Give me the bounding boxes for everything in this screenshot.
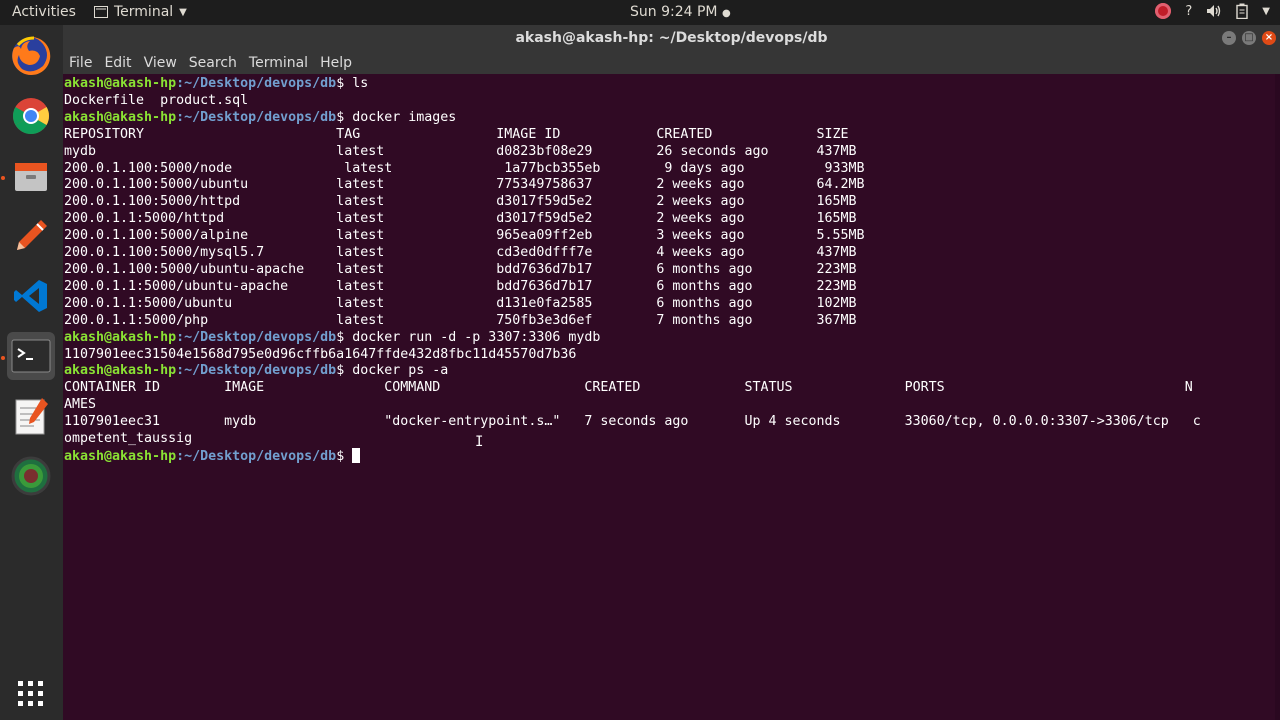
prompt: akash@akash-hp:~/Desktop/devops/db$: [64, 329, 345, 345]
chrome-icon[interactable]: [7, 92, 55, 140]
menu-help[interactable]: Help: [314, 52, 358, 74]
ps-table-row: 1107901eec31 mydb "docker-entrypoint.s…"…: [64, 414, 1201, 430]
images-table-row: 200.0.1.100:5000/node latest 1a77bcb355e…: [64, 160, 865, 176]
scrollbar[interactable]: [1275, 74, 1280, 720]
images-table-row: 200.0.1.1:5000/httpd latest d3017f59d5e2…: [64, 211, 857, 227]
recorder-icon[interactable]: [1155, 3, 1172, 19]
firefox-icon[interactable]: [7, 32, 55, 80]
images-table-row: 200.0.1.1:5000/ubuntu latest d131e0fa258…: [64, 295, 857, 311]
images-table-header: REPOSITORY TAG IMAGE ID CREATED SIZE: [64, 126, 849, 142]
mouse-ibeam-icon: I: [475, 434, 484, 450]
activities-button[interactable]: Activities: [12, 4, 76, 20]
running-indicator: [1, 356, 5, 360]
window-controls: – □ ×: [1222, 31, 1276, 45]
inkscape-icon[interactable]: [7, 212, 55, 260]
images-table-row: 200.0.1.100:5000/alpine latest 965ea09ff…: [64, 228, 865, 244]
images-table-row: 200.0.1.1:5000/ubuntu-apache latest bdd7…: [64, 278, 857, 294]
clock[interactable]: Sun 9:24 PM ●: [630, 4, 731, 20]
menu-bar: File Edit View Search Terminal Help: [63, 52, 1280, 74]
command-line: docker run -d -p 3307:3306 mydb: [352, 329, 601, 345]
clock-label: Sun 9:24 PM: [630, 4, 718, 20]
window-titlebar[interactable]: akash@akash-hp: ~/Desktop/devops/db – □ …: [63, 25, 1280, 52]
ls-output: Dockerfile product.sql: [64, 92, 249, 108]
terminal-icon[interactable]: [7, 332, 55, 380]
command-line: docker ps -a: [352, 363, 449, 379]
images-table-row: 200.0.1.100:5000/httpd latest d3017f59d5…: [64, 194, 857, 210]
images-table-row: mydb latest d0823bf08e29 26 seconds ago …: [64, 143, 857, 159]
dock: [0, 25, 63, 720]
text-editor-icon[interactable]: [7, 392, 55, 440]
running-indicator: [1, 176, 5, 180]
ps-table-header-wrap: AMES: [64, 397, 97, 413]
ps-table-row-wrap: ompetent_taussig: [64, 431, 193, 447]
menu-terminal[interactable]: Terminal: [243, 52, 314, 74]
globe-app-icon[interactable]: [7, 452, 55, 500]
menu-search[interactable]: Search: [183, 52, 243, 74]
battery-icon[interactable]: [1236, 3, 1248, 19]
vscode-icon[interactable]: [7, 272, 55, 320]
help-icon[interactable]: ?: [1185, 4, 1192, 19]
menu-edit[interactable]: Edit: [98, 52, 137, 74]
app-menu-label: Terminal: [114, 4, 174, 20]
terminal-output[interactable]: akash@akash-hp:~/Desktop/devops/db$ ls D…: [63, 74, 1280, 720]
menu-view[interactable]: View: [138, 52, 183, 74]
notification-dot-icon: ●: [721, 8, 731, 19]
power-menu-icon[interactable]: ▼: [1262, 6, 1270, 17]
show-apps-icon[interactable]: [7, 670, 55, 718]
command-line: ls: [352, 76, 369, 91]
images-table-row: 200.0.1.100:5000/ubuntu latest 775349758…: [64, 177, 865, 193]
prompt: akash@akash-hp:~/Desktop/devops/db$: [64, 448, 345, 464]
terminal-app-icon: [94, 6, 108, 18]
images-table-row: 200.0.1.100:5000/ubuntu-apache latest bd…: [64, 261, 857, 277]
maximize-icon[interactable]: □: [1242, 31, 1256, 45]
terminal-cursor: [352, 447, 361, 463]
chevron-down-icon: ▼: [179, 6, 187, 18]
files-icon[interactable]: [7, 152, 55, 200]
menu-file[interactable]: File: [63, 52, 98, 74]
prompt: akash@akash-hp:~/Desktop/devops/db$: [64, 109, 345, 125]
minimize-icon[interactable]: –: [1222, 31, 1236, 45]
volume-icon[interactable]: [1206, 4, 1222, 18]
ps-table-header: CONTAINER ID IMAGE COMMAND CREATED STATU…: [64, 380, 1193, 396]
prompt: akash@akash-hp:~/Desktop/devops/db$: [64, 363, 345, 379]
top-panel: Activities Terminal ▼ Sun 9:24 PM ● ? ▼: [0, 0, 1280, 25]
container-id-output: 1107901eec31504e1568d795e0d96cffb6a1647f…: [64, 346, 577, 362]
command-line: docker images: [352, 109, 457, 125]
window-title: akash@akash-hp: ~/Desktop/devops/db: [515, 30, 828, 46]
prompt: akash@akash-hp:~/Desktop/devops/db$: [64, 76, 345, 91]
system-tray: ? ▼: [1155, 3, 1270, 19]
close-icon[interactable]: ×: [1262, 31, 1276, 45]
images-table-row: 200.0.1.100:5000/mysql5.7 latest cd3ed0d…: [64, 245, 857, 261]
app-menu[interactable]: Terminal ▼: [94, 4, 187, 20]
images-table-row: 200.0.1.1:5000/php latest 750fb3e3d6ef 7…: [64, 312, 857, 328]
